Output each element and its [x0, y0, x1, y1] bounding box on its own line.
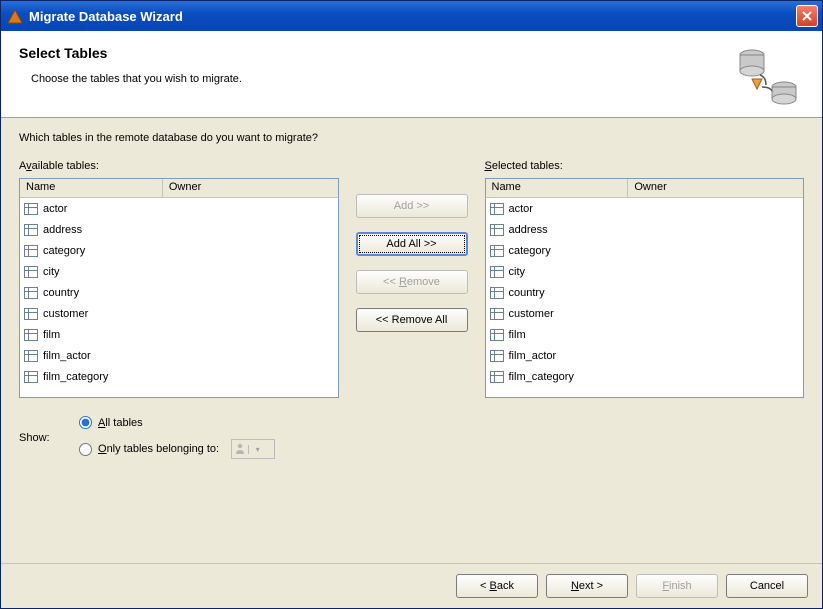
- table-row[interactable]: actor: [486, 198, 804, 219]
- selected-header: Name Owner: [486, 179, 804, 198]
- table-name: film_actor: [43, 350, 91, 362]
- table-icon: [490, 266, 504, 278]
- table-name: customer: [43, 308, 88, 320]
- prompt-text: Which tables in the remote database do y…: [19, 132, 804, 144]
- table-name: city: [509, 266, 526, 278]
- table-row[interactable]: film_category: [20, 366, 338, 387]
- show-all-radio[interactable]: All tables: [79, 416, 275, 429]
- footer: < Back Next > Finish Cancel: [1, 563, 822, 608]
- table-row[interactable]: film_actor: [20, 345, 338, 366]
- table-name: film_category: [43, 371, 108, 383]
- show-only-radio[interactable]: Only tables belonging to: ▾: [79, 439, 275, 459]
- table-row[interactable]: country: [20, 282, 338, 303]
- table-row[interactable]: country: [486, 282, 804, 303]
- window-title: Migrate Database Wizard: [29, 9, 796, 24]
- table-name: country: [509, 287, 545, 299]
- wizard-header: Select Tables Choose the tables that you…: [1, 31, 822, 118]
- table-name: actor: [43, 203, 67, 215]
- remove-all-button[interactable]: << Remove All: [356, 308, 468, 332]
- table-icon: [24, 224, 38, 236]
- table-name: customer: [509, 308, 554, 320]
- table-name: category: [509, 245, 551, 257]
- table-row[interactable]: address: [20, 219, 338, 240]
- table-row[interactable]: customer: [20, 303, 338, 324]
- page-subtitle: Choose the tables that you wish to migra…: [31, 73, 732, 85]
- table-name: city: [43, 266, 60, 278]
- table-row[interactable]: film: [486, 324, 804, 345]
- table-name: film: [43, 329, 60, 341]
- finish-button[interactable]: Finish: [636, 574, 718, 598]
- col-name-header[interactable]: Name: [20, 179, 163, 197]
- show-label: Show:: [19, 432, 67, 444]
- table-name: actor: [509, 203, 533, 215]
- table-name: film: [509, 329, 526, 341]
- chevron-down-icon: ▾: [248, 445, 266, 454]
- table-icon: [490, 287, 504, 299]
- add-all-button[interactable]: Add All >>: [356, 232, 468, 256]
- next-button[interactable]: Next >: [546, 574, 628, 598]
- table-name: country: [43, 287, 79, 299]
- table-row[interactable]: city: [486, 261, 804, 282]
- table-row[interactable]: category: [20, 240, 338, 261]
- back-button[interactable]: < Back: [456, 574, 538, 598]
- table-icon: [24, 203, 38, 215]
- remove-button[interactable]: << Remove: [356, 270, 468, 294]
- col-owner-header[interactable]: Owner: [163, 179, 338, 197]
- page-title: Select Tables: [19, 45, 732, 61]
- table-icon: [24, 308, 38, 320]
- table-icon: [490, 350, 504, 362]
- table-icon: [490, 224, 504, 236]
- user-icon: [232, 442, 248, 457]
- col-owner-header[interactable]: Owner: [628, 179, 803, 197]
- table-row[interactable]: category: [486, 240, 804, 261]
- table-icon: [24, 245, 38, 257]
- titlebar: Migrate Database Wizard: [1, 1, 822, 31]
- show-only-radio-input[interactable]: [79, 443, 92, 456]
- table-name: category: [43, 245, 85, 257]
- table-icon: [24, 371, 38, 383]
- migrate-db-icon: [732, 45, 804, 105]
- table-row[interactable]: address: [486, 219, 804, 240]
- table-icon: [24, 329, 38, 341]
- add-button[interactable]: Add >>: [356, 194, 468, 218]
- selected-listbox[interactable]: Name Owner actor address category city count…: [485, 178, 805, 398]
- show-all-radio-input[interactable]: [79, 416, 92, 429]
- table-icon: [490, 371, 504, 383]
- table-name: address: [509, 224, 548, 236]
- table-name: film_category: [509, 371, 574, 383]
- table-name: address: [43, 224, 82, 236]
- available-label: Available tables:: [19, 160, 339, 172]
- table-row[interactable]: city: [20, 261, 338, 282]
- table-icon: [490, 308, 504, 320]
- available-listbox[interactable]: Name Owner actor address category city count…: [19, 178, 339, 398]
- table-row[interactable]: film_actor: [486, 345, 804, 366]
- table-icon: [24, 287, 38, 299]
- app-icon: [7, 8, 23, 24]
- table-row[interactable]: film: [20, 324, 338, 345]
- table-icon: [490, 245, 504, 257]
- available-header: Name Owner: [20, 179, 338, 198]
- owner-combo: ▾: [231, 439, 275, 459]
- table-row[interactable]: customer: [486, 303, 804, 324]
- table-row[interactable]: actor: [20, 198, 338, 219]
- table-name: film_actor: [509, 350, 557, 362]
- selected-label: Selected tables:: [485, 160, 805, 172]
- cancel-button[interactable]: Cancel: [726, 574, 808, 598]
- table-row[interactable]: film_category: [486, 366, 804, 387]
- col-name-header[interactable]: Name: [486, 179, 629, 197]
- table-icon: [24, 350, 38, 362]
- table-icon: [490, 203, 504, 215]
- table-icon: [490, 329, 504, 341]
- close-button[interactable]: [796, 5, 818, 27]
- table-icon: [24, 266, 38, 278]
